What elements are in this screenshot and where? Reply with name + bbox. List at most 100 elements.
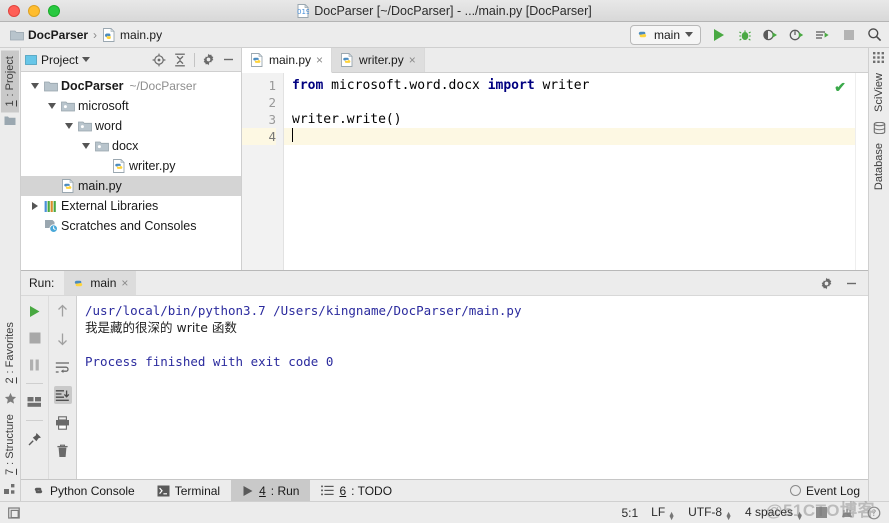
settings-icon[interactable] xyxy=(202,53,215,66)
tree-node-label: microsoft xyxy=(78,99,129,113)
run-window-body: /usr/local/bin/python3.7 /Users/kingname… xyxy=(21,296,868,479)
chevron-down-icon[interactable] xyxy=(82,57,91,62)
trash-icon[interactable] xyxy=(54,442,72,460)
tree-node-scratches-and-consoles[interactable]: Scratches and Consoles xyxy=(21,216,241,236)
tool-window-label: : Project xyxy=(4,56,16,97)
line-number: 3 xyxy=(268,112,276,127)
close-icon[interactable]: × xyxy=(409,53,416,67)
bottom-tab-python-console[interactable]: Python Console xyxy=(21,480,146,501)
code-area[interactable]: 1 2 34 from microsoft.word.docx import wri… xyxy=(242,73,868,270)
project-tree[interactable]: DocParser ~/DocParser microsoft word docx wri… xyxy=(21,72,241,270)
keyword-token: from xyxy=(292,78,324,93)
inspection-status-icon[interactable]: ✔ xyxy=(834,79,846,96)
memory-indicator-icon[interactable] xyxy=(840,506,854,520)
up-icon[interactable] xyxy=(54,302,72,320)
project-panel-title[interactable]: Project xyxy=(25,53,91,67)
help-icon[interactable]: ? xyxy=(867,506,881,520)
run-with-console-icon[interactable] xyxy=(814,26,831,43)
chevron-down-icon[interactable] xyxy=(46,100,58,112)
search-icon[interactable] xyxy=(866,26,883,43)
sidebar-item-structure[interactable]: 7: Structure xyxy=(1,408,19,481)
encoding-selector[interactable]: UTF-8 ▲ ▼ xyxy=(688,504,732,522)
stop-icon[interactable] xyxy=(840,26,857,43)
chevron-down-icon[interactable] xyxy=(63,120,75,132)
run-tab-main[interactable]: main × xyxy=(64,271,137,295)
caret-position[interactable]: 5:1 xyxy=(621,506,638,520)
code-line[interactable]: from microsoft.word.docx import writer xyxy=(292,77,855,94)
down-icon[interactable] xyxy=(54,330,72,348)
rerun-icon[interactable] xyxy=(26,302,44,320)
breadcrumb-project-label: DocParser xyxy=(28,27,89,42)
soft-wrap-icon[interactable] xyxy=(54,358,72,376)
run-icon[interactable] xyxy=(710,26,727,43)
editor-tab-label: main.py xyxy=(269,53,312,67)
collapse-all-icon[interactable] xyxy=(173,53,187,67)
editor-area: main.py × writer.py × 1 2 34 from microsoft.w… xyxy=(242,48,868,270)
pin-icon[interactable] xyxy=(26,430,44,448)
chevron-down-icon[interactable] xyxy=(80,140,92,152)
tree-node-word[interactable]: word xyxy=(21,116,241,136)
tree-node-label: docx xyxy=(112,139,139,153)
tree-node-external-libraries[interactable]: External Libraries xyxy=(21,196,241,216)
code-line[interactable]: writer.write() xyxy=(292,111,855,128)
vcs-branch-icon[interactable] xyxy=(816,507,827,518)
todo-icon xyxy=(321,485,335,496)
bottom-tab-terminal[interactable]: Terminal xyxy=(146,480,231,501)
sidebar-item-label: SciView xyxy=(873,73,885,112)
upper-area: Project DocParser ~/DocParser microsoft … xyxy=(21,48,868,270)
sidebar-item-database[interactable]: Database xyxy=(870,137,888,196)
profile-icon[interactable] xyxy=(788,26,805,43)
editor-tab-main-py[interactable]: main.py × xyxy=(242,48,333,73)
settings-icon[interactable] xyxy=(820,277,833,290)
locate-icon[interactable] xyxy=(152,53,166,67)
chevron-right-icon[interactable] xyxy=(29,200,41,212)
chevron-down-icon[interactable] xyxy=(685,32,693,37)
tree-node-main-py[interactable]: main.py xyxy=(21,176,241,196)
editor-scrollbar[interactable] xyxy=(855,73,868,270)
breadcrumb-project[interactable]: DocParser xyxy=(6,28,92,42)
sidebar-item-sciview[interactable]: SciView xyxy=(870,67,888,118)
libraries-icon xyxy=(44,200,58,213)
run-configuration-selector[interactable]: main xyxy=(629,24,701,45)
editor-tab-writer-py[interactable]: writer.py × xyxy=(332,48,425,72)
indent-selector[interactable]: 4 spaces ▲ ▼ xyxy=(745,505,803,522)
folder-icon xyxy=(10,29,24,41)
line-separator-selector[interactable]: LF ▲ ▼ xyxy=(651,505,675,522)
sidebar-item-favorites[interactable]: 2: Favorites xyxy=(1,316,19,389)
bottom-tab-todo[interactable]: 6: TODO xyxy=(310,480,403,501)
folder-icon xyxy=(44,80,58,92)
encoding-label: UTF-8 xyxy=(688,504,723,519)
tree-node-docx[interactable]: docx xyxy=(21,136,241,156)
sidebar-item-project[interactable]: 1: Project xyxy=(1,50,19,113)
code-line[interactable] xyxy=(292,94,855,111)
console-output[interactable]: /usr/local/bin/python3.7 /Users/kingname… xyxy=(77,296,868,479)
toolbar-divider xyxy=(26,383,43,384)
bottom-tab-run[interactable]: 4: Run xyxy=(231,480,311,501)
pause-icon[interactable] xyxy=(26,356,44,374)
scroll-to-end-icon[interactable] xyxy=(53,386,72,404)
close-icon[interactable]: × xyxy=(121,276,128,290)
close-icon[interactable]: × xyxy=(316,53,323,67)
bottom-tab-label: Python Console xyxy=(50,483,135,498)
run-coverage-icon[interactable] xyxy=(762,26,779,43)
breadcrumb-file[interactable]: main.py xyxy=(98,27,166,42)
code-text[interactable]: from microsoft.word.docx import writer wr… xyxy=(284,73,855,270)
hide-icon[interactable] xyxy=(222,53,235,66)
event-log-button[interactable]: Event Log xyxy=(789,480,868,501)
toggle-tool-windows-icon[interactable] xyxy=(8,506,22,520)
sidebar-item-label: Database xyxy=(873,142,885,191)
stop-icon[interactable] xyxy=(26,329,44,347)
hide-icon[interactable] xyxy=(845,277,858,290)
chevron-down-icon[interactable] xyxy=(29,80,41,92)
debug-icon[interactable] xyxy=(736,26,753,43)
python-console-icon xyxy=(32,484,45,497)
print-icon[interactable] xyxy=(54,414,72,432)
tree-node-writer-py[interactable]: writer.py xyxy=(21,156,241,176)
tree-node-docparser[interactable]: DocParser ~/DocParser xyxy=(21,76,241,96)
console-line: /usr/local/bin/python3.7 /Users/kingname… xyxy=(85,303,522,318)
restore-layout-icon[interactable] xyxy=(26,393,44,411)
breadcrumb-separator: › xyxy=(93,27,98,42)
python-file-icon xyxy=(102,27,116,42)
code-line[interactable] xyxy=(284,128,855,145)
tree-node-microsoft[interactable]: microsoft xyxy=(21,96,241,116)
